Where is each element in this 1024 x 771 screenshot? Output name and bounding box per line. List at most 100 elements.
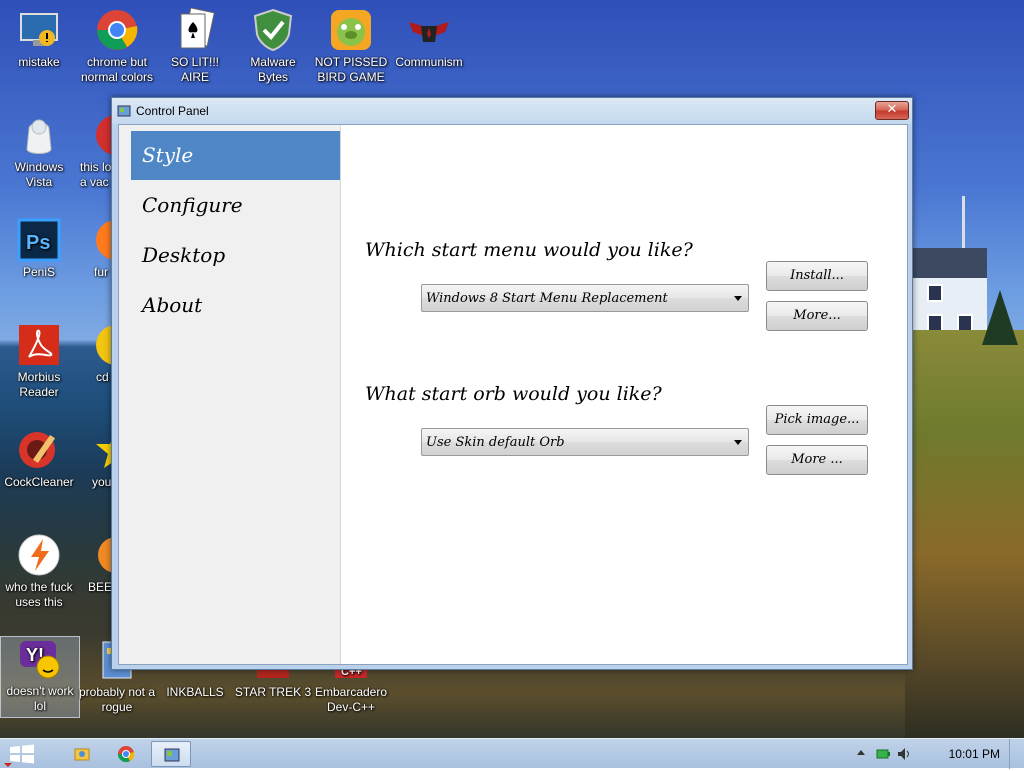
desktop-icon-label: chrome but normal colors: [80, 55, 154, 84]
taskbar-chrome-button[interactable]: [106, 741, 146, 767]
close-button[interactable]: ✕: [875, 101, 909, 120]
start-orb-select[interactable]: Use Skin default Orb: [421, 428, 749, 456]
tree-scenery: [982, 290, 1018, 345]
acrobat-icon: [17, 323, 61, 367]
chrome-icon: [117, 746, 135, 763]
control-panel-icon: [164, 748, 180, 762]
pick-image-button[interactable]: Pick image...: [766, 405, 868, 435]
chrome-icon: [95, 8, 139, 52]
desktop-icon-you[interactable]: you: [78, 428, 112, 490]
desktop-icon-chrome[interactable]: chrome but normal colors: [78, 8, 156, 85]
desktop-icon-label: cd: [96, 370, 109, 384]
desktop-icon-label: SO LIT!!! AIRE: [170, 55, 219, 84]
desktop-icon-label: STAR TREK 3: [234, 685, 312, 699]
chevron-down-icon: [734, 296, 742, 301]
star-icon: [94, 428, 112, 472]
system-tray: 10:01 PM: [854, 739, 1024, 769]
window-client-area: Style Configure Desktop About Which star…: [118, 124, 908, 665]
red-ball-icon: [94, 113, 112, 157]
desktop-icon-yahoo-messenger[interactable]: Y! doesn't work lol: [0, 636, 80, 718]
desktop-icon-ccleaner[interactable]: CockCleaner: [0, 428, 78, 490]
desktop-icon-label: you: [92, 475, 112, 489]
bee-icon: [94, 533, 112, 577]
monitor-icon: [17, 8, 61, 52]
windows-logo-icon: [4, 744, 34, 767]
nav-item-style[interactable]: Style: [131, 131, 340, 180]
desktop-icon-label: Communism: [395, 55, 463, 69]
emblem-icon: [407, 8, 451, 52]
start-menu-select[interactable]: Windows 8 Start Menu Replacement: [421, 284, 749, 312]
style-settings-pane: Which start menu would you like? Windows…: [341, 125, 907, 664]
settings-sidebar: Style Configure Desktop About: [119, 125, 341, 664]
svg-text:Ps: Ps: [26, 232, 50, 254]
taskbar-clock[interactable]: 10:01 PM: [949, 747, 1000, 761]
desktop-icon-label: INKBALLS: [166, 685, 224, 699]
nav-item-about[interactable]: About: [131, 281, 340, 330]
control-panel-icon: [117, 104, 131, 118]
window-title: Control Panel: [136, 104, 209, 118]
start-orb-question: What start orb would you like?: [365, 383, 662, 405]
pig-icon: [329, 8, 373, 52]
start-orb-more-button[interactable]: More ...: [766, 445, 868, 475]
taskbar-explorer-button[interactable]: [62, 741, 102, 767]
desktop-icon-vacuum[interactable]: this lo a vac: [78, 113, 112, 190]
desktop-icon-label: BEE: [88, 580, 112, 594]
nav-item-label: Configure: [142, 193, 243, 217]
close-icon: ✕: [886, 102, 898, 117]
desktop-icon-morbius-reader[interactable]: Morbius Reader: [0, 323, 78, 400]
desktop-icon-firefox[interactable]: fur: [78, 218, 112, 280]
desktop-icon-label: mistake: [18, 55, 60, 69]
desktop-icon-bee[interactable]: BEE: [78, 533, 112, 595]
solitaire-icon: [173, 7, 217, 52]
nav-item-label: Style: [142, 143, 194, 167]
start-menu-more-button[interactable]: More...: [766, 301, 868, 331]
control-panel-window[interactable]: Control Panel ✕ Style Configure Desktop …: [111, 97, 913, 670]
desktop-icon-windows-vista[interactable]: Windows Vista: [0, 113, 78, 190]
desktop-icon-label: Malware Bytes: [250, 55, 296, 84]
chevron-up-icon[interactable]: [856, 747, 866, 762]
desktop-icon-label: doesn't work lol: [6, 684, 74, 713]
desktop-icon-cd[interactable]: cd: [78, 323, 112, 385]
desktop-icon-label: probably not a rogue: [78, 685, 156, 714]
nav-item-label: About: [142, 293, 203, 317]
start-orb-selected-value: Use Skin default Orb: [426, 435, 565, 450]
desktop-icon-label: fur: [94, 265, 109, 279]
desktop-icon-label: PeniS: [22, 265, 56, 279]
start-button[interactable]: [2, 741, 42, 767]
desktop-icon-communism[interactable]: Communism: [390, 8, 468, 70]
firefox-icon: [94, 218, 112, 262]
show-desktop-button[interactable]: [1009, 739, 1024, 769]
hillside-scenery: [905, 330, 1024, 738]
desktop-background: mistake chrome but normal colors SO LIT!…: [0, 0, 1024, 738]
nav-item-configure[interactable]: Configure: [131, 181, 340, 230]
nav-item-label: Desktop: [142, 243, 226, 267]
window-titlebar[interactable]: Control Panel ✕: [112, 98, 912, 124]
nav-item-desktop[interactable]: Desktop: [131, 231, 340, 280]
desktop-icon-winamp[interactable]: who the fuck uses this: [0, 533, 78, 610]
desktop-icon-photoshop[interactable]: Ps PeniS: [0, 218, 78, 280]
desktop-icon-label: Morbius Reader: [17, 370, 61, 399]
ccleaner-icon: [17, 428, 61, 472]
desktop-icon-label: Windows Vista: [14, 160, 64, 189]
desktop-icon-label: Embarcadero Dev-C++: [314, 685, 388, 714]
desktop-icon-bird-game[interactable]: NOT PISSED BIRD GAME: [312, 8, 390, 85]
winamp-icon: [17, 533, 61, 577]
desktop-icon-label: who the fuck uses this: [5, 580, 73, 609]
battery-icon[interactable]: [876, 747, 890, 764]
photoshop-icon: Ps: [17, 218, 61, 262]
desktop-icon-malwarebytes[interactable]: Malware Bytes: [234, 8, 312, 85]
vista-icon: [17, 113, 61, 157]
start-menu-question: Which start menu would you like?: [365, 239, 693, 261]
desktop-icon-label: CockCleaner: [4, 475, 74, 489]
desktop-icon-mistake[interactable]: mistake: [0, 8, 78, 70]
shield-icon: [251, 8, 295, 52]
install-button[interactable]: Install...: [766, 261, 868, 291]
desktop-icon-solitaire[interactable]: SO LIT!!! AIRE: [156, 7, 234, 85]
yahoo-messenger-icon: Y!: [18, 637, 62, 681]
cd-icon: [94, 323, 112, 367]
folder-icon: [74, 748, 90, 761]
desktop-icon-label: this lo a vac: [80, 160, 112, 189]
volume-icon[interactable]: [896, 746, 912, 765]
taskbar-control-panel-button[interactable]: [151, 741, 191, 767]
start-menu-selected-value: Windows 8 Start Menu Replacement: [426, 291, 668, 306]
